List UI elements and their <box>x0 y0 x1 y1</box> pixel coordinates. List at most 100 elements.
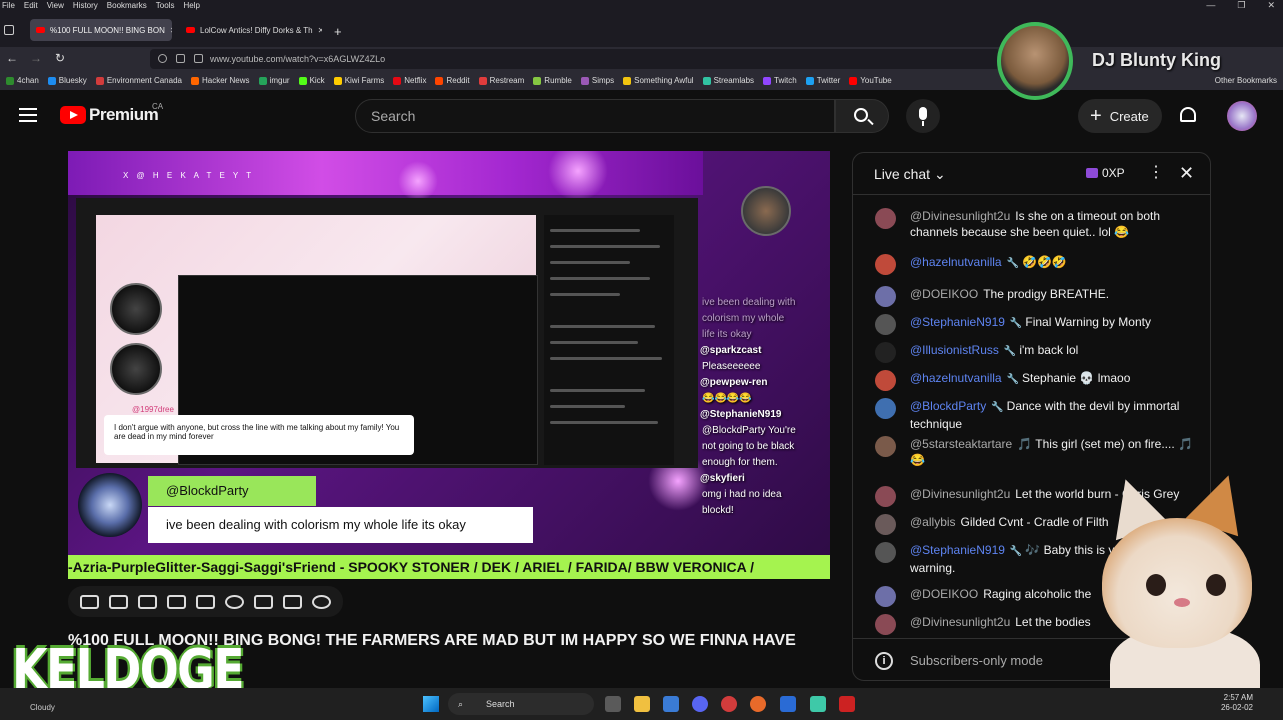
youtube-icon[interactable] <box>839 696 855 712</box>
chat-author-avatar[interactable] <box>875 314 896 335</box>
chat-author-avatar[interactable] <box>875 254 896 275</box>
loop-icon[interactable] <box>80 594 99 609</box>
weather-widget[interactable]: Cloudy <box>30 703 55 712</box>
reload-icon[interactable]: ↻ <box>55 51 65 65</box>
youtube-premium-logo[interactable]: Premium <box>89 105 159 125</box>
chat-author-name[interactable]: @hazelnutvanilla <box>910 371 1002 385</box>
close-tab-icon[interactable]: ✕ <box>170 26 172 35</box>
bookmark-item[interactable]: Kiwi Farms <box>333 76 384 85</box>
bookmark-item[interactable]: Twitch <box>763 76 797 85</box>
user-avatar[interactable] <box>1227 101 1257 131</box>
new-tab-icon[interactable]: + <box>334 24 342 39</box>
chat-author-name[interactable]: @DOEIKOO <box>910 587 978 601</box>
speed-icon[interactable] <box>225 594 244 609</box>
forward-icon[interactable]: → <box>30 51 42 65</box>
chat-author-avatar[interactable] <box>875 286 896 307</box>
chat-author-name[interactable]: @Divinesunlight2u <box>910 209 1010 223</box>
chat-author-avatar[interactable] <box>875 208 896 229</box>
audio-icon[interactable] <box>109 594 128 609</box>
firefox-icon[interactable] <box>750 696 766 712</box>
youtube-logo-icon[interactable] <box>60 106 86 124</box>
lock-icon[interactable] <box>176 54 185 63</box>
tab-inactive[interactable]: LolCow Antics! Diffy Dorks & Th ✕ <box>180 19 322 41</box>
video-player[interactable]: X @ H E K A T E Y T @1997dree I don't ar… <box>68 151 830 579</box>
bookmark-item[interactable]: imgur <box>258 76 290 85</box>
tab-active[interactable]: %100 FULL MOON!! BING BON ✕ <box>30 19 172 41</box>
taskbar-search[interactable]: ⌕ Search <box>448 693 594 715</box>
other-bookmarks[interactable]: Other Bookmarks <box>1215 76 1277 85</box>
close-chat-icon[interactable]: ✕ <box>1179 163 1194 184</box>
screenshot-icon[interactable] <box>283 594 302 609</box>
more-options-icon[interactable]: ⋮ <box>1148 165 1164 181</box>
voice-search-icon[interactable] <box>906 99 940 133</box>
chat-author-name[interactable]: @5starsteaktartare <box>910 437 1012 451</box>
copilot-icon[interactable] <box>663 696 679 712</box>
menu-bookmarks[interactable]: Bookmarks <box>107 0 147 11</box>
chat-message[interactable]: @hazelnutvanilla 🔧 🤣🤣🤣 <box>875 254 1195 275</box>
shield-icon[interactable] <box>158 54 167 63</box>
view-icon[interactable] <box>138 594 157 609</box>
menu-help[interactable]: Help <box>183 0 199 11</box>
bookmark-item[interactable]: Rumble <box>533 76 572 85</box>
notifications-bell-icon[interactable] <box>1180 107 1196 122</box>
tab-list-icon[interactable] <box>4 25 14 35</box>
bookmark-item[interactable]: Something Awful <box>623 76 694 85</box>
windows-start-icon[interactable] <box>423 696 439 712</box>
chat-author-avatar[interactable] <box>875 542 896 563</box>
menu-file[interactable]: File <box>2 0 15 11</box>
chat-author-name[interactable]: @StephanieN919 <box>910 543 1005 557</box>
film-icon[interactable] <box>167 594 186 609</box>
create-button[interactable]: + Create <box>1078 99 1162 133</box>
chat-message[interactable]: @DOEIKOO The prodigy BREATHE. <box>875 286 1195 307</box>
menu-edit[interactable]: Edit <box>24 0 38 11</box>
menu-tools[interactable]: Tools <box>156 0 175 11</box>
bookmark-item[interactable]: Twitter <box>805 76 840 85</box>
chat-message[interactable]: @StephanieN919 🔧 Final Warning by Monty <box>875 314 1195 335</box>
chat-author-avatar[interactable] <box>875 614 896 635</box>
bookmark-item[interactable]: Restream <box>478 76 524 85</box>
task-view-icon[interactable] <box>605 696 621 712</box>
menu-icon[interactable] <box>19 108 37 122</box>
file-explorer-icon[interactable] <box>634 696 650 712</box>
chat-author-avatar[interactable] <box>875 586 896 607</box>
chat-message[interactable]: @Divinesunlight2u Is she on a timeout on … <box>875 208 1195 240</box>
back-icon[interactable]: ← <box>6 51 18 65</box>
picture-in-picture-icon[interactable] <box>196 594 215 609</box>
chat-author-name[interactable]: @allybis <box>910 515 956 529</box>
chat-message[interactable]: @5starsteaktartare 🎵 This girl (set me) o… <box>875 436 1195 468</box>
chat-author-name[interactable]: @StephanieN919 <box>910 315 1005 329</box>
xp-badge[interactable]: 0XP <box>1086 166 1125 180</box>
bookmark-item[interactable]: YouTube <box>849 76 892 85</box>
bookmark-item[interactable]: Hacker News <box>190 76 250 85</box>
discord-icon[interactable] <box>692 696 708 712</box>
system-clock[interactable]: 2:57 AM 26-02-02 <box>1221 693 1253 713</box>
info-icon[interactable]: i <box>875 652 893 670</box>
menu-view[interactable]: View <box>47 0 64 11</box>
chat-author-avatar[interactable] <box>875 398 896 419</box>
chat-author-avatar[interactable] <box>875 370 896 391</box>
close-tab-icon[interactable]: ✕ <box>318 26 322 35</box>
bookmark-item[interactable]: Kick <box>298 76 325 85</box>
bookmark-item[interactable]: Bluesky <box>47 76 87 85</box>
chat-author-avatar[interactable] <box>875 342 896 363</box>
settings-gear-icon[interactable] <box>312 594 331 609</box>
chat-author-name[interactable]: @IllusionistRuss <box>910 343 999 357</box>
search-input[interactable]: Search <box>355 99 835 133</box>
bookmark-item[interactable]: Environment Canada <box>95 76 182 85</box>
chat-author-name[interactable]: @hazelnutvanilla <box>910 255 1002 269</box>
bookmark-item[interactable]: Netflix <box>393 76 426 85</box>
permissions-icon[interactable] <box>194 54 203 63</box>
bookmark-item[interactable]: 4chan <box>6 76 39 85</box>
chat-author-name[interactable]: @DOEIKOO <box>910 287 978 301</box>
menu-history[interactable]: History <box>73 0 98 11</box>
search-button[interactable] <box>835 99 889 133</box>
streamlabs-icon[interactable] <box>810 696 826 712</box>
chat-author-avatar[interactable] <box>875 486 896 507</box>
chat-message[interactable]: @BlockdParty 🔧 Dance with the devil by imm… <box>875 398 1195 432</box>
chat-author-name[interactable]: @BlockdParty <box>910 399 986 413</box>
chat-message[interactable]: @IllusionistRuss 🔧 i'm back lol <box>875 342 1195 363</box>
add-clip-icon[interactable] <box>254 594 273 609</box>
bookmark-item[interactable]: Streamlabs <box>702 76 754 85</box>
url-bar[interactable]: www.youtube.com/watch?v=x6AGLWZ4ZLo <box>150 49 1000 69</box>
app-icon[interactable] <box>780 696 796 712</box>
